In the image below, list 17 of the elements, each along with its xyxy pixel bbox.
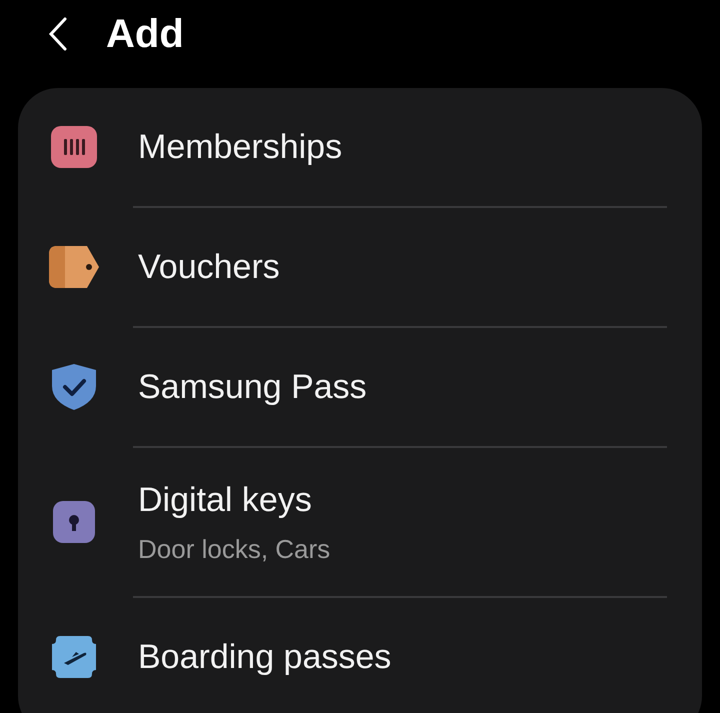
item-subtitle: Door locks, Cars xyxy=(138,533,330,566)
list-item[interactable]: Digital keys Door locks, Cars xyxy=(18,448,702,596)
item-label: Memberships xyxy=(138,126,342,168)
list-item[interactable]: Samsung Pass xyxy=(18,328,702,446)
barcode-card-icon xyxy=(51,126,97,168)
item-label: Vouchers xyxy=(138,246,280,288)
item-label: Samsung Pass xyxy=(138,366,367,408)
list-item[interactable]: Boarding passes xyxy=(18,598,702,713)
item-label: Boarding passes xyxy=(138,636,392,678)
shield-check-icon xyxy=(52,364,96,410)
item-label: Digital keys xyxy=(138,480,313,521)
keyhole-icon xyxy=(53,501,95,543)
list-item[interactable]: Vouchers xyxy=(18,208,702,326)
tag-icon xyxy=(49,246,99,288)
page-title: Add xyxy=(106,11,184,58)
plane-ticket-icon xyxy=(52,636,96,678)
list-item[interactable]: Memberships xyxy=(18,88,702,206)
